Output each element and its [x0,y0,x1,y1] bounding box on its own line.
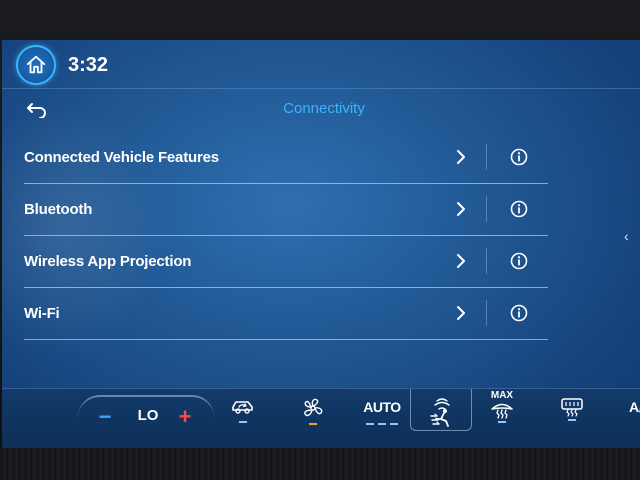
auto-label: AUTO [363,399,401,415]
row-separator [486,144,487,170]
auto-climate-button[interactable]: AUTO [360,397,404,441]
max-label: MAX [490,390,514,401]
row-separator [486,300,487,326]
status-bar-divider [2,88,640,89]
max-defrost-indicator [498,421,506,423]
chevron-right-icon[interactable] [450,302,472,324]
list-item-wireless-app-projection[interactable]: Wireless App Projection [24,236,548,288]
recirculate-icon [232,401,253,414]
chevron-right-icon[interactable] [450,146,472,168]
bezel-bottom-edge [0,448,640,480]
airflow-mode-button[interactable] [426,397,458,441]
list-item-connected-vehicle-features[interactable]: Connected Vehicle Features [24,132,548,184]
home-button[interactable] [16,45,56,85]
ac-label: A/C [628,399,640,415]
list-item-label: Bluetooth [24,201,93,218]
info-icon[interactable] [508,250,530,272]
row-divider [24,339,548,340]
info-icon[interactable] [508,198,530,220]
list-item-label: Connected Vehicle Features [24,149,219,166]
ac-button[interactable]: A/C [626,397,640,441]
recirculation-button[interactable] [228,397,258,441]
fan-icon [304,398,323,417]
info-icon[interactable] [508,302,530,324]
chevron-right-icon[interactable] [450,198,472,220]
fan-indicator [309,423,317,425]
side-panel-tab[interactable]: ‹ [624,228,629,244]
rear-defrost-indicator [568,419,576,421]
chevron-right-icon[interactable] [450,250,472,272]
home-icon [26,55,46,74]
info-icon[interactable] [508,146,530,168]
row-separator [486,248,487,274]
max-defrost-icon [491,403,513,419]
rear-defrost-button[interactable] [558,397,586,441]
auto-indicator [366,423,398,425]
list-item-bluetooth[interactable]: Bluetooth [24,184,548,236]
fan-button[interactable] [300,397,326,441]
row-separator [486,196,487,222]
temperature-increase-button[interactable]: + [175,403,195,431]
max-defrost-button[interactable]: MAX [488,391,516,435]
recirculation-indicator [239,421,247,423]
page-title: Connectivity [283,100,365,117]
list-item-label: Wi-Fi [24,305,60,322]
clock: 3:32 [68,54,109,76]
list-item-label: Wireless App Projection [24,253,192,270]
list-item-wi-fi[interactable]: Wi-Fi [24,288,548,340]
climate-control-bar: − LO + AUTO MAX A [2,388,640,448]
temperature-decrease-button[interactable]: − [96,403,114,431]
infotainment-screen: 3:32 Connectivity Connected Vehicle Feat… [2,40,640,448]
temperature-display: LO [137,407,159,424]
airflow-mode-icon [430,398,450,427]
rear-defrost-icon [561,398,583,417]
